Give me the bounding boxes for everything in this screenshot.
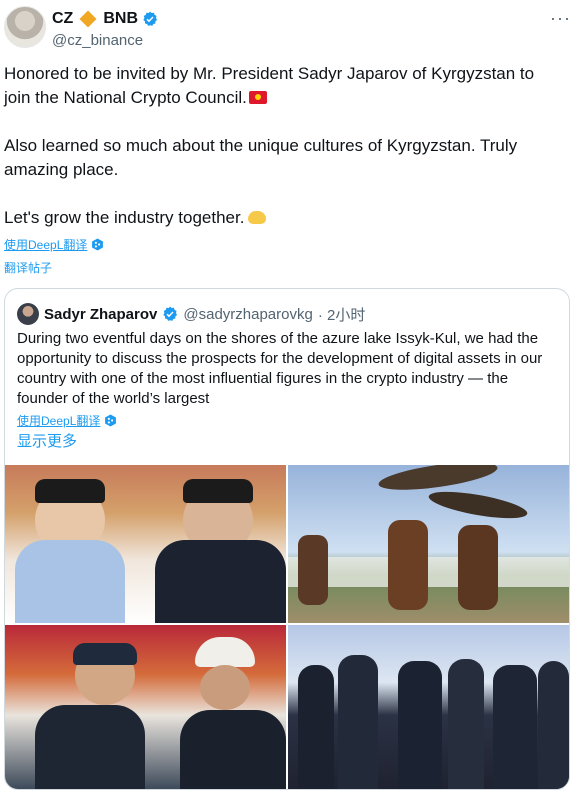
quoted-tweet-text: During two eventful days on the shores o… xyxy=(17,330,543,407)
verified-badge-icon xyxy=(163,306,178,321)
author-badge-text: BNB xyxy=(103,10,138,27)
quoted-tweet-header: Sadyr Zhaparov @sadyrzhaparovkg · 2小时 xyxy=(17,303,365,325)
author-name-row: CZ BNB xyxy=(52,10,158,28)
tweet-line-2: Also learned so much about the unique cu… xyxy=(4,136,518,179)
photo-eagle-hunters[interactable] xyxy=(288,465,569,623)
quoted-deepl-translate-link[interactable]: 使用DeepL翻译 xyxy=(17,412,117,429)
quoted-author-avatar[interactable] xyxy=(17,303,39,325)
deepl-translate-link[interactable]: 使用DeepL翻译 xyxy=(4,236,104,253)
quoted-author-handle[interactable]: @sadyrzhaparovkg xyxy=(183,306,312,323)
tweet-line-1: Honored to be invited by Mr. President S… xyxy=(4,64,535,107)
quoted-tweet[interactable]: Sadyr Zhaparov @sadyrzhaparovkg · 2小时 Du… xyxy=(4,288,570,790)
author-name[interactable]: CZ xyxy=(52,10,73,28)
translate-post-link[interactable]: 翻译帖子 xyxy=(4,259,52,276)
deepl-icon xyxy=(92,238,104,251)
author-avatar[interactable] xyxy=(4,6,46,48)
deepl-icon xyxy=(105,414,117,427)
photo-yurt-visit[interactable] xyxy=(5,625,286,789)
photo-delegation-walk[interactable] xyxy=(288,625,569,789)
tweet-line-3: Let's grow the industry together. xyxy=(4,208,245,227)
photo-yurt-meeting[interactable] xyxy=(5,465,286,623)
tweet-header: CZ BNB @cz_binance ··· xyxy=(4,4,571,52)
more-options-icon[interactable]: ··· xyxy=(550,8,571,29)
author-handle[interactable]: @cz_binance xyxy=(52,32,143,49)
photo-grid xyxy=(5,465,569,789)
quoted-author-name[interactable]: Sadyr Zhaparov xyxy=(44,306,157,323)
quoted-post-time: · 2小时 xyxy=(317,306,366,324)
verified-badge-icon xyxy=(143,11,158,26)
show-more-link[interactable]: 显示更多 xyxy=(17,430,77,451)
quoted-deepl-translate-label[interactable]: 使用DeepL翻译 xyxy=(17,412,100,429)
bnb-diamond-icon xyxy=(79,10,97,28)
kyrgyzstan-flag-icon xyxy=(248,91,267,104)
deepl-translate-label[interactable]: 使用DeepL翻译 xyxy=(4,236,87,253)
tweet-text: Honored to be invited by Mr. President S… xyxy=(4,62,564,230)
handshake-icon xyxy=(248,211,267,224)
